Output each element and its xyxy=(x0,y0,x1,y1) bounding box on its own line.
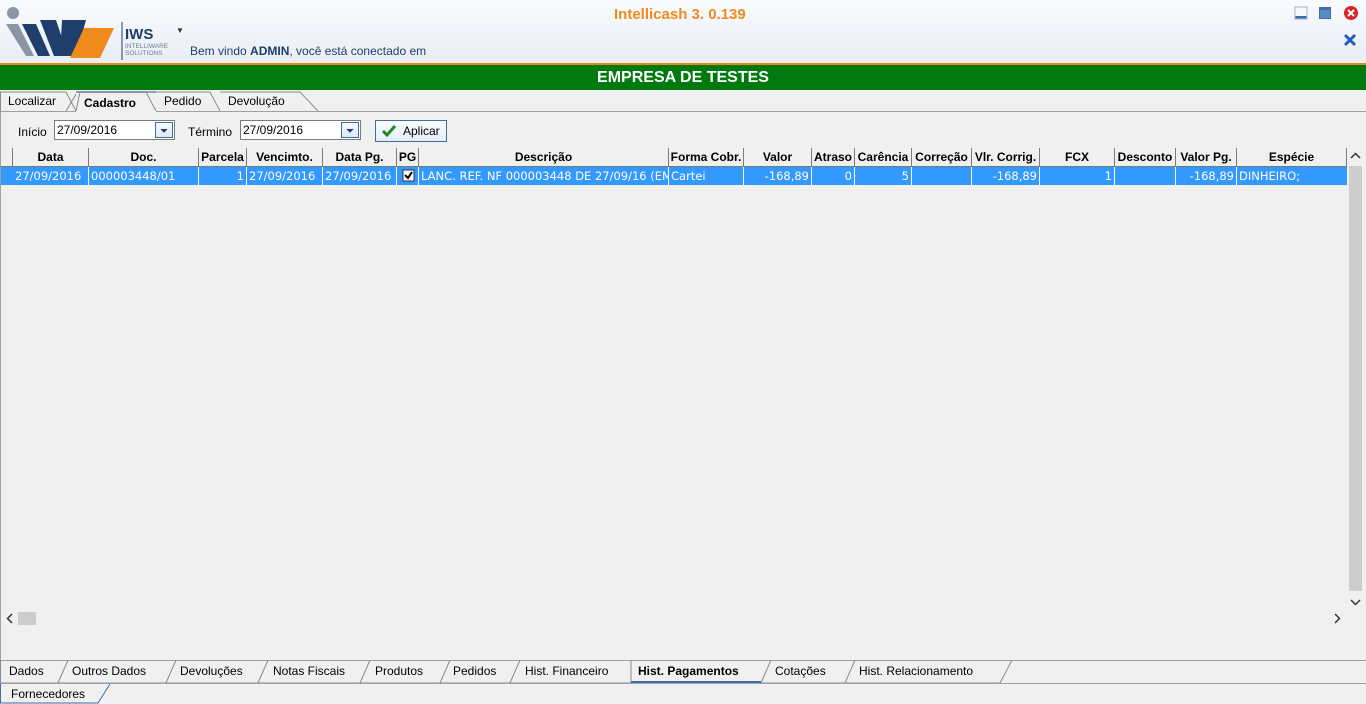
column-header[interactable]: Valor Pg. xyxy=(1176,148,1237,166)
column-header[interactable]: Descrição xyxy=(419,148,669,166)
chevron-down-icon xyxy=(160,128,168,133)
chevron-down-icon xyxy=(346,128,354,133)
cell-parcela[interactable]: 1 xyxy=(199,167,247,185)
column-header[interactable]: Espécie xyxy=(1237,148,1347,166)
cell-vencimento[interactable]: 27/09/2016 xyxy=(247,167,323,185)
column-header[interactable]: Carência xyxy=(855,148,912,166)
column-header[interactable]: Desconto xyxy=(1115,148,1176,166)
tab-hist-pagamentos[interactable]: Hist. Pagamentos xyxy=(629,660,763,683)
cell-forma-cobr[interactable]: Cartei xyxy=(669,167,744,185)
maximize-button[interactable] xyxy=(1318,6,1332,20)
tab-dados[interactable]: Dados xyxy=(0,660,59,683)
logo-subtitle: INTELLIWARE SOLUTIONS xyxy=(125,43,169,57)
cell-valor-pg[interactable]: -168,89 xyxy=(1176,167,1237,185)
column-header[interactable]: FCX xyxy=(1040,148,1115,166)
tab-fornecedores[interactable]: Fornecedores xyxy=(0,684,111,704)
column-header[interactable]: Correção xyxy=(912,148,972,166)
cell-especie[interactable]: DINHEIRO; xyxy=(1237,167,1347,185)
tab-devolucoes[interactable]: Devoluções xyxy=(171,660,260,683)
inicio-label: Início xyxy=(18,125,47,139)
tab-hist-relacionamento[interactable]: Hist. Relacionamento xyxy=(850,660,1004,683)
inicio-date-value: 27/09/2016 xyxy=(57,123,118,137)
column-header[interactable]: Atraso xyxy=(812,148,855,166)
column-header[interactable]: Data Pg. xyxy=(323,148,397,166)
close-icon[interactable] xyxy=(1343,33,1357,47)
cell-atraso[interactable]: 0 xyxy=(812,167,855,185)
grid-header: Data Doc. Parcela Vencimto. Data Pg. PG … xyxy=(1,148,1347,167)
tab-outline-icon xyxy=(0,91,319,111)
minimize-button[interactable] xyxy=(1294,6,1308,20)
tab-cotacoes[interactable]: Cotações xyxy=(766,660,850,683)
cell-pg[interactable] xyxy=(397,167,419,185)
app-title: Intellicash 3. 0.139 xyxy=(614,6,746,23)
tab-pedidos[interactable]: Pedidos xyxy=(444,660,513,683)
horizontal-scroll-thumb[interactable] xyxy=(18,612,36,625)
top-tab-bar: Localizar Cadastro Pedido Devolução xyxy=(0,91,1366,112)
footer-tab-outline-icon xyxy=(0,684,111,704)
vertical-scrollbar[interactable] xyxy=(1347,148,1364,610)
apply-button[interactable]: Aplicar xyxy=(375,120,447,142)
termino-label: Término xyxy=(188,125,233,139)
row-indicator-header xyxy=(1,148,13,166)
scroll-left-icon[interactable] xyxy=(6,613,14,624)
tab-outros-dados[interactable]: Outros Dados xyxy=(63,660,167,683)
cell-valor[interactable]: -168,89 xyxy=(744,167,812,185)
tab-notas-fiscais[interactable]: Notas Fiscais xyxy=(264,660,363,683)
cell-doc[interactable]: 000003448/01 xyxy=(89,167,199,185)
scroll-right-icon[interactable] xyxy=(1333,613,1341,624)
termino-dropdown-button[interactable] xyxy=(341,122,359,138)
cell-carencia[interactable]: 5 xyxy=(855,167,912,185)
column-header[interactable]: Parcela xyxy=(199,148,247,166)
termino-date-field[interactable]: 27/09/2016 xyxy=(240,120,361,140)
checkmark-icon xyxy=(381,125,397,138)
logo-text: IWS xyxy=(125,26,154,43)
column-header[interactable]: Doc. xyxy=(89,148,199,166)
cell-vlr-corrig[interactable]: -168,89 xyxy=(972,167,1040,185)
tab-produtos[interactable]: Produtos xyxy=(366,660,445,683)
column-header[interactable]: Data xyxy=(13,148,89,166)
welcome-message: Bem vindo ADMIN, você está conectado em xyxy=(190,44,427,58)
scroll-up-icon[interactable] xyxy=(1350,152,1361,160)
apply-label: Aplicar xyxy=(403,124,440,138)
chevron-down-icon[interactable]: ▼ xyxy=(176,26,184,35)
column-header[interactable]: Forma Cobr. xyxy=(669,148,744,166)
column-header[interactable]: Vencimto. xyxy=(247,148,323,166)
column-header[interactable]: PG xyxy=(397,148,419,166)
column-header[interactable]: Vlr. Corrig. xyxy=(972,148,1040,166)
cell-fcx[interactable]: 1 xyxy=(1040,167,1115,185)
bottom-divider xyxy=(0,683,1366,684)
vertical-scroll-thumb[interactable] xyxy=(1349,166,1362,591)
checkbox-checked-icon[interactable] xyxy=(399,167,417,185)
scroll-down-icon[interactable] xyxy=(1350,598,1361,606)
bottom-tab-bar: Dados Outros Dados Devoluções Notas Fisc… xyxy=(0,660,1366,684)
inicio-dropdown-button[interactable] xyxy=(155,122,173,138)
horizontal-scrollbar[interactable] xyxy=(1,610,1347,627)
payments-grid[interactable]: Data Doc. Parcela Vencimto. Data Pg. PG … xyxy=(1,148,1347,610)
company-title-bar: EMPRESA DE TESTES xyxy=(0,65,1366,90)
cell-desconto[interactable] xyxy=(1115,167,1176,185)
termino-date-value: 27/09/2016 xyxy=(243,123,304,137)
column-header[interactable]: Valor xyxy=(744,148,812,166)
close-button[interactable] xyxy=(1343,5,1358,20)
table-row[interactable]: 27/09/2016 000003448/01 1 27/09/2016 27/… xyxy=(1,167,1347,185)
cell-descricao[interactable]: LANC. REF. NF 000003448 DE 27/09/16 (EM xyxy=(419,167,669,185)
inicio-date-field[interactable]: 27/09/2016 xyxy=(54,120,175,140)
cell-correcao[interactable] xyxy=(912,167,972,185)
cell-data-pg[interactable]: 27/09/2016 xyxy=(323,167,397,185)
cell-data[interactable]: 27/09/2016 xyxy=(13,167,89,185)
tab-hist-financeiro[interactable]: Hist. Financeiro xyxy=(516,660,635,683)
app-header: IWS INTELLIWARE SOLUTIONS ▼ Bem vindo AD… xyxy=(0,0,1366,63)
